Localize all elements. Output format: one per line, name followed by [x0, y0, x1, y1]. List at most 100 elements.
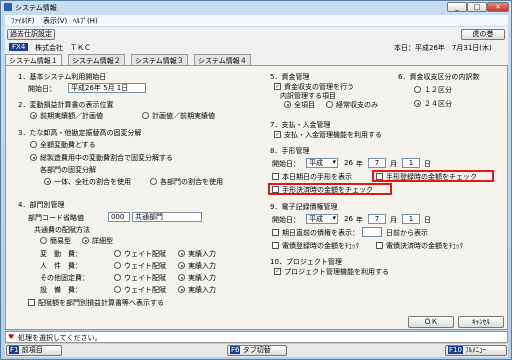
- sec8-check2-label: 手形登録時の金額をチェック: [386, 173, 477, 181]
- sec9-month-unit: 月: [390, 216, 397, 224]
- sec5-all-label: 全項目: [294, 101, 315, 109]
- product-key-badge: FX4: [9, 43, 29, 51]
- window-title: システム情報: [15, 4, 57, 12]
- sec3-sub1-radio[interactable]: [44, 178, 51, 185]
- sec4-row-weight-label: ウェイト配賦: [124, 274, 166, 282]
- sec7-title: 7．支払・入金管理: [270, 121, 331, 129]
- sec1-start-label: 開始日：: [28, 85, 56, 93]
- sec4-simple-radio[interactable]: [40, 237, 47, 244]
- sec4-code-input[interactable]: 000: [108, 212, 130, 222]
- close-button[interactable]: ✕: [487, 2, 509, 12]
- sec5-title: 5．資金管理: [270, 73, 310, 81]
- sec8-month-unit: 月: [390, 160, 397, 168]
- sec8-check3[interactable]: [272, 186, 279, 193]
- sec9-days-input[interactable]: [362, 227, 382, 237]
- sec8-era-select[interactable]: 平成: [306, 158, 338, 168]
- sec8-year[interactable]: 26: [344, 159, 353, 167]
- sec4-row-weight-radio[interactable]: [114, 274, 121, 281]
- tab-system-info-3[interactable]: システム情報３: [131, 54, 188, 65]
- sec2-opt2-radio[interactable]: [142, 112, 149, 119]
- sec9-day[interactable]: 1: [402, 214, 420, 224]
- sec9-check1[interactable]: [272, 229, 279, 236]
- tora-no-maki-button[interactable]: 虎の巻: [461, 29, 505, 40]
- sec4-row-actual-label: 実績入力: [188, 250, 216, 258]
- sec4-row-actual-radio[interactable]: [178, 250, 185, 257]
- past-journal-button[interactable]: 過去仕訳設定: [7, 29, 55, 40]
- settings-panel: 1．基本システム利用開始日 開始日： 平成26年 5月 1日 2．変動損益計算書…: [5, 65, 508, 330]
- sec4-code-name: 共通部門: [132, 212, 202, 222]
- sec4-detail-label: 詳細型: [92, 237, 113, 245]
- tab-system-info-2[interactable]: システム情報２: [68, 54, 125, 65]
- sec7-checkbox[interactable]: ✓: [274, 131, 281, 138]
- sec5-ordinary-radio[interactable]: [326, 101, 333, 108]
- sec4-row-actual-label: 実績入力: [188, 262, 216, 270]
- sec4-row-weight-label: ウェイト配賦: [124, 250, 166, 258]
- sec4-row-weight-radio[interactable]: [114, 262, 121, 269]
- tab-strip: システム情報１ システム情報２ システム情報３ システム情報４: [5, 53, 508, 66]
- info-bar: FX4 株式会社 ＴＫＣ 本日：平成26年 7月31日(木): [5, 42, 508, 53]
- sec4-footer-label: 配賦額を部門別損益計算書等へ表示する: [38, 299, 164, 307]
- f1-key-badge: F1: [9, 346, 20, 354]
- sec6-24-radio[interactable]: [414, 100, 421, 107]
- sec9-year[interactable]: 26: [344, 215, 353, 223]
- status-bar: ♥ 処理を選択してください。: [5, 331, 508, 343]
- toolbar: 過去仕訳設定 虎の巻: [5, 27, 508, 42]
- ok-button[interactable]: ＯＫ: [408, 316, 454, 328]
- sec6-12-radio[interactable]: [414, 86, 421, 93]
- f1-label: 前項目: [21, 346, 43, 354]
- sec9-day-unit: 日: [424, 216, 431, 224]
- sec8-month[interactable]: 7: [368, 158, 386, 168]
- sec10-checkbox[interactable]: ✓: [274, 268, 281, 275]
- today-date: 本日：平成26年 7月31日(木): [394, 44, 492, 52]
- sec3-opt1-radio[interactable]: [30, 141, 37, 148]
- sec1-start-date[interactable]: 平成26年 5月 1日: [68, 83, 146, 93]
- sec7-check-label: 支払・入金管理機能を利用する: [284, 131, 382, 139]
- sec5-ordinary-label: 経常収支のみ: [336, 101, 378, 109]
- sec4-method-label: 共通費の配賦方法: [34, 226, 90, 234]
- sec8-day[interactable]: 1: [402, 158, 420, 168]
- sec4-row-name: 人 件 費：: [40, 262, 82, 270]
- menu-file[interactable]: ﾌｧｲﾙ(F): [11, 16, 35, 26]
- sec4-code-label: 部門コード省略値: [28, 214, 84, 222]
- sec3-sub1-label: 一体、全社の割合を使用: [54, 178, 131, 186]
- f10-full-menu-button[interactable]: F10 ﾌﾙﾒﾆｭｰ: [445, 345, 507, 356]
- sec5-checkbox[interactable]: ✓: [274, 83, 281, 90]
- sec4-simple-label: 簡易型: [50, 237, 71, 245]
- sec9-era-select[interactable]: 平成: [306, 214, 338, 224]
- sec8-title: 8．手形管理: [270, 147, 310, 155]
- sec3-opt2-radio[interactable]: [30, 154, 37, 161]
- minimize-button[interactable]: _: [447, 2, 467, 12]
- sec2-opt2-label: 計画値／前期実績値: [152, 112, 215, 120]
- sec4-row-actual-radio[interactable]: [178, 286, 185, 293]
- sec9-month[interactable]: 7: [368, 214, 386, 224]
- sec2-opt1-radio[interactable]: [30, 112, 37, 119]
- menu-help[interactable]: ﾍﾙﾌﾟ(H): [73, 16, 98, 26]
- sec9-check2[interactable]: [272, 242, 279, 249]
- maximize-button[interactable]: □: [467, 2, 487, 12]
- sec4-row-actual-radio[interactable]: [178, 274, 185, 281]
- sec5-all-radio[interactable]: [284, 101, 291, 108]
- sec4-row-weight-radio[interactable]: [114, 250, 121, 257]
- sec3-opt2-label: 総製造費用中の変動費割合で固変分解する: [40, 154, 173, 162]
- f6-tab-switch-button[interactable]: F6 タブ切替: [227, 345, 287, 356]
- menu-view[interactable]: 表示(V): [43, 16, 67, 26]
- f1-prev-item-button[interactable]: F1 前項目: [6, 345, 62, 356]
- sec9-check3-label: 電債決済時の金額をﾁｪｯｸ: [386, 242, 463, 250]
- sec9-days-label: 日前から表示: [386, 229, 428, 237]
- tab-system-info-4[interactable]: システム情報４: [194, 54, 251, 65]
- sec4-row-weight-radio[interactable]: [114, 286, 121, 293]
- title-bar: システム情報 _ □ ✕: [1, 1, 511, 14]
- cancel-button[interactable]: ｷｬﾝｾﾙ: [458, 316, 504, 328]
- sec8-check3-label: 手形決済時の金額をチェック: [282, 186, 373, 194]
- sec9-check3[interactable]: [376, 242, 383, 249]
- sec9-check1-label: 期日直前の債権を表示：: [282, 229, 359, 237]
- sec4-row-actual-label: 実績入力: [188, 286, 216, 294]
- sec4-detail-radio[interactable]: [82, 237, 89, 244]
- f10-label: ﾌﾙﾒﾆｭｰ: [465, 346, 487, 354]
- sec2-opt1-label: 前期実績額／計画値: [40, 112, 103, 120]
- sec8-check1[interactable]: [272, 173, 279, 180]
- sec3-sub2-radio[interactable]: [150, 178, 157, 185]
- sec8-check2[interactable]: [376, 173, 383, 180]
- sec4-footer-checkbox[interactable]: [28, 299, 35, 306]
- sec4-row-actual-radio[interactable]: [178, 262, 185, 269]
